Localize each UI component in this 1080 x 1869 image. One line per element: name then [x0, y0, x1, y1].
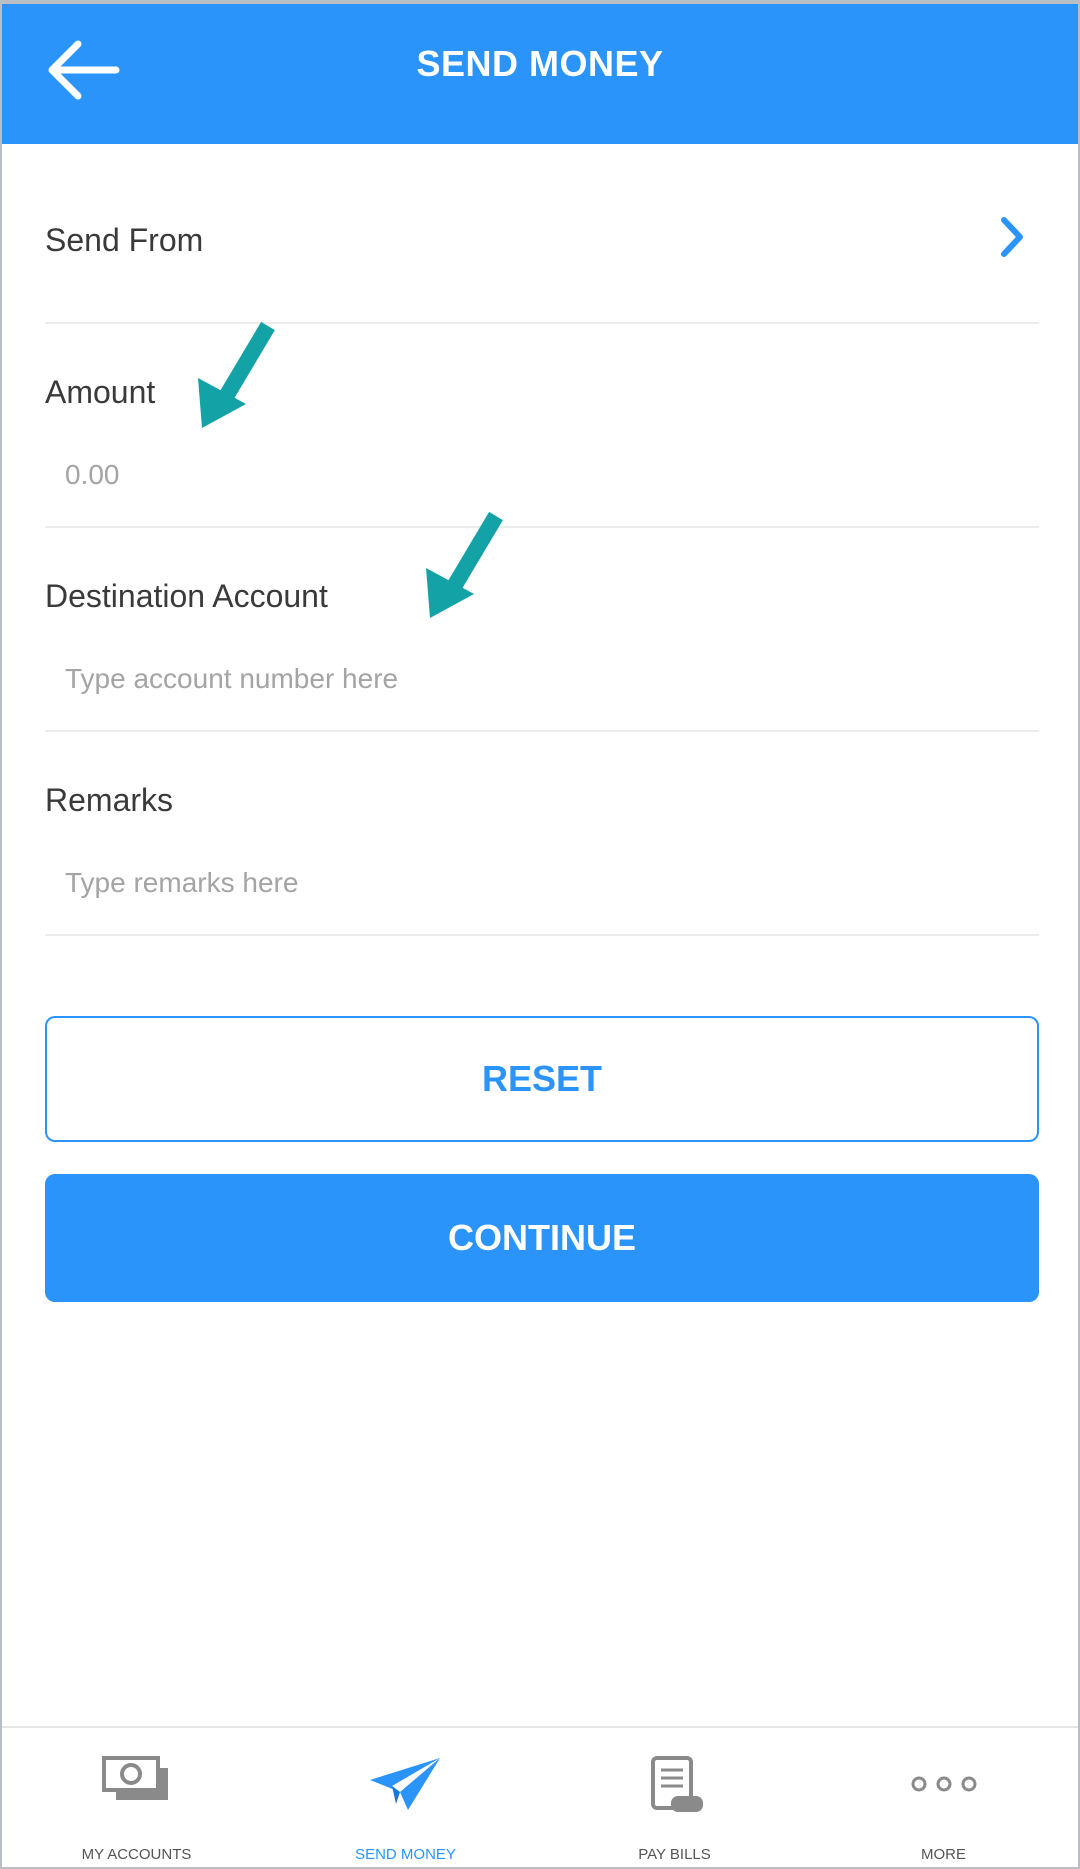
more-dots-icon [911, 1776, 976, 1792]
tab-my-accounts[interactable]: MY ACCOUNTS [2, 1728, 271, 1867]
cash-icon [101, 1756, 168, 1800]
remarks-input[interactable] [65, 858, 965, 908]
continue-button[interactable]: CONTINUE [45, 1174, 1039, 1302]
reset-button[interactable]: RESET [45, 1016, 1039, 1142]
chevron-right-icon[interactable] [992, 212, 1032, 262]
amount-input[interactable] [65, 450, 965, 500]
destination-account-label: Destination Account [45, 578, 328, 614]
app-screen: SEND MONEY Send From Amount Destination … [2, 4, 1078, 1867]
tab-label: MY ACCOUNTS [81, 1846, 192, 1863]
tab-label: PAY BILLS [638, 1846, 711, 1863]
bottom-tab-bar: MY ACCOUNTS SEND MONEY PAY BILLS MORE [2, 1726, 1078, 1867]
header-bar: SEND MONEY [2, 4, 1078, 144]
tab-label: SEND MONEY [355, 1846, 456, 1863]
annotation-arrow-icon [426, 511, 503, 618]
tab-pay-bills[interactable]: PAY BILLS [540, 1728, 809, 1867]
annotation-arrow-icon [198, 321, 275, 428]
tab-more[interactable]: MORE [809, 1728, 1078, 1867]
tab-label: MORE [921, 1846, 966, 1863]
bill-icon [650, 1756, 703, 1812]
send-from-label: Send From [45, 222, 204, 258]
destination-account-input[interactable] [65, 654, 965, 704]
amount-label: Amount [45, 374, 156, 410]
page-title: SEND MONEY [416, 43, 664, 84]
divider [45, 730, 1039, 732]
paper-plane-icon [369, 1758, 440, 1810]
remarks-label: Remarks [45, 782, 174, 818]
divider [45, 934, 1039, 936]
tab-send-money[interactable]: SEND MONEY [271, 1728, 540, 1867]
divider [45, 526, 1039, 528]
